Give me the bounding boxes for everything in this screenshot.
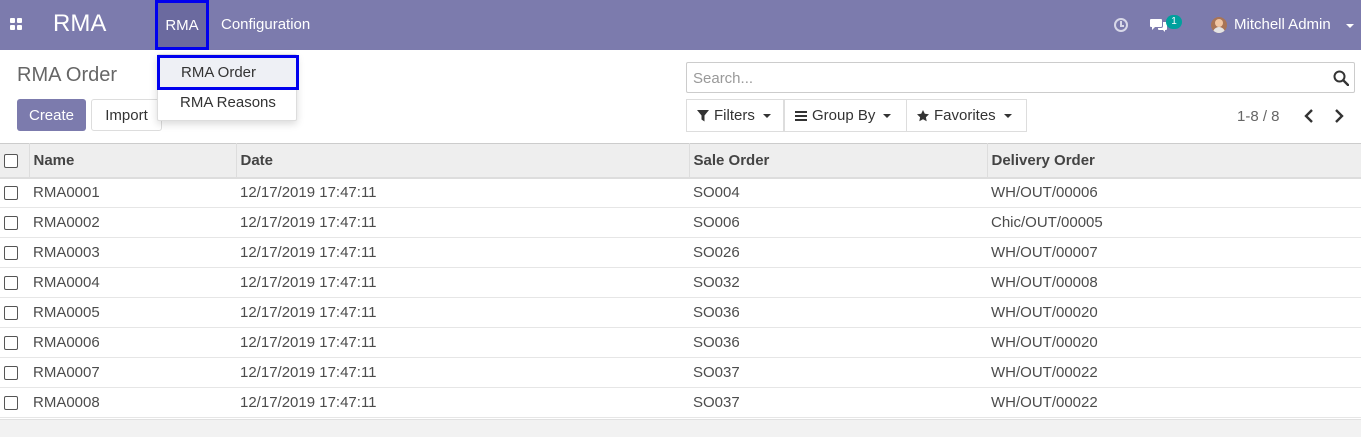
- cell-sale-order: SO036: [689, 327, 987, 358]
- cell-delivery-order: WH/OUT/00006: [987, 177, 1361, 208]
- cell-delivery-order: WH/OUT/00020: [987, 297, 1361, 328]
- chevron-down-icon: [762, 113, 771, 118]
- row-checkbox[interactable]: [4, 216, 18, 231]
- cell-date: 12/17/2019 17:47:11: [236, 237, 689, 268]
- cell-name: RMA0002: [29, 207, 236, 238]
- list-icon: [795, 110, 807, 121]
- select-all-checkbox[interactable]: [4, 153, 18, 168]
- rma-dropdown-menu: RMA Order RMA Reasons: [157, 54, 299, 121]
- list-footer: [0, 419, 1361, 437]
- menu-rma[interactable]: RMA: [155, 0, 209, 50]
- search-input[interactable]: [693, 68, 1313, 88]
- cell-name: RMA0004: [29, 267, 236, 298]
- table-row[interactable]: RMA0006 12/17/2019 17:47:11 SO036 WH/OUT…: [0, 327, 1361, 358]
- row-select-cell: [0, 327, 29, 358]
- import-button[interactable]: Import: [91, 99, 162, 131]
- table-header-row: Name Date Sale Order Delivery Order: [0, 143, 1361, 179]
- table-row[interactable]: RMA0005 12/17/2019 17:47:11 SO036 WH/OUT…: [0, 297, 1361, 328]
- cell-sale-order: SO036: [689, 297, 987, 328]
- chevron-down-icon: [1003, 113, 1012, 118]
- cell-sale-order: SO004: [689, 177, 987, 208]
- filter-icon: [697, 109, 709, 121]
- row-select-cell: [0, 357, 29, 388]
- cell-name: RMA0001: [29, 177, 236, 208]
- table-row[interactable]: RMA0001 12/17/2019 17:47:11 SO004 WH/OUT…: [0, 177, 1361, 208]
- cell-sale-order: SO006: [689, 207, 987, 238]
- cell-delivery-order: WH/OUT/00022: [987, 387, 1361, 418]
- row-checkbox[interactable]: [4, 186, 18, 201]
- row-select-cell: [0, 297, 29, 328]
- cell-delivery-order: WH/OUT/00008: [987, 267, 1361, 298]
- cell-sale-order: SO032: [689, 267, 987, 298]
- cell-name: RMA0005: [29, 297, 236, 328]
- cell-delivery-order: WH/OUT/00020: [987, 327, 1361, 358]
- top-navbar: RMA RMA Configuration 1 Mitchell Admin: [0, 0, 1361, 50]
- cell-delivery-order: WH/OUT/00022: [987, 357, 1361, 388]
- cell-sale-order: SO037: [689, 387, 987, 418]
- column-header-date[interactable]: Date: [236, 143, 690, 179]
- column-header-name[interactable]: Name: [29, 143, 237, 179]
- row-select-cell: [0, 267, 29, 298]
- user-menu[interactable]: Mitchell Admin: [1234, 16, 1331, 33]
- star-icon: [917, 109, 929, 121]
- row-select-cell: [0, 387, 29, 418]
- create-button[interactable]: Create: [17, 99, 86, 131]
- cell-delivery-order: WH/OUT/00007: [987, 237, 1361, 268]
- row-checkbox[interactable]: [4, 246, 18, 261]
- column-header-delivery-order[interactable]: Delivery Order: [987, 143, 1361, 179]
- groupby-label: Group By: [812, 107, 876, 124]
- row-checkbox[interactable]: [4, 366, 18, 381]
- search-icon[interactable]: [1333, 70, 1349, 86]
- row-checkbox[interactable]: [4, 306, 18, 321]
- column-header-sale-order[interactable]: Sale Order: [689, 143, 988, 179]
- cell-name: RMA0007: [29, 357, 236, 388]
- cell-date: 12/17/2019 17:47:11: [236, 387, 689, 418]
- avatar[interactable]: [1211, 17, 1227, 33]
- menu-configuration[interactable]: Configuration: [221, 16, 310, 33]
- rma-list-table: Name Date Sale Order Delivery Order RMA0…: [0, 143, 1361, 418]
- chevron-left-icon[interactable]: [1302, 108, 1316, 124]
- cell-date: 12/17/2019 17:47:11: [236, 267, 689, 298]
- favorites-button[interactable]: Favorites: [906, 99, 1027, 132]
- row-select-cell: [0, 207, 29, 238]
- select-all-cell: [0, 143, 30, 179]
- row-checkbox[interactable]: [4, 276, 18, 291]
- table-row[interactable]: RMA0008 12/17/2019 17:47:11 SO037 WH/OUT…: [0, 387, 1361, 418]
- table-row[interactable]: RMA0003 12/17/2019 17:47:11 SO026 WH/OUT…: [0, 237, 1361, 268]
- filters-label: Filters: [714, 107, 755, 124]
- row-checkbox[interactable]: [4, 396, 18, 411]
- chevron-right-icon[interactable]: [1332, 108, 1346, 124]
- clock-icon[interactable]: [1114, 18, 1128, 32]
- chevron-down-icon: [883, 113, 892, 118]
- cell-date: 12/17/2019 17:47:11: [236, 297, 689, 328]
- table-row[interactable]: RMA0007 12/17/2019 17:47:11 SO037 WH/OUT…: [0, 357, 1361, 388]
- apps-icon[interactable]: [10, 18, 24, 32]
- cell-delivery-order: Chic/OUT/00005: [987, 207, 1361, 238]
- pager-value[interactable]: 1-8 / 8: [1237, 108, 1280, 125]
- menu-item-rma-reasons[interactable]: RMA Reasons: [158, 87, 296, 118]
- table-row[interactable]: RMA0004 12/17/2019 17:47:11 SO032 WH/OUT…: [0, 267, 1361, 298]
- cell-sale-order: SO026: [689, 237, 987, 268]
- cell-sale-order: SO037: [689, 357, 987, 388]
- cell-name: RMA0008: [29, 387, 236, 418]
- chevron-down-icon: [1346, 24, 1354, 28]
- favorites-label: Favorites: [934, 107, 996, 124]
- app-brand: RMA: [53, 10, 107, 37]
- cell-name: RMA0006: [29, 327, 236, 358]
- cell-date: 12/17/2019 17:47:11: [236, 327, 689, 358]
- search-box: [686, 62, 1355, 93]
- menu-item-rma-order[interactable]: RMA Order: [157, 55, 299, 90]
- row-select-cell: [0, 177, 29, 208]
- cell-date: 12/17/2019 17:47:11: [236, 207, 689, 238]
- page-title: RMA Order: [17, 64, 118, 86]
- cell-name: RMA0003: [29, 237, 236, 268]
- table-row[interactable]: RMA0002 12/17/2019 17:47:11 SO006 Chic/O…: [0, 207, 1361, 238]
- chat-badge: 1: [1166, 15, 1182, 29]
- filters-button[interactable]: Filters: [686, 99, 784, 132]
- groupby-button[interactable]: Group By: [784, 99, 907, 132]
- row-select-cell: [0, 237, 29, 268]
- row-checkbox[interactable]: [4, 336, 18, 351]
- cell-date: 12/17/2019 17:47:11: [236, 357, 689, 388]
- cell-date: 12/17/2019 17:47:11: [236, 177, 689, 208]
